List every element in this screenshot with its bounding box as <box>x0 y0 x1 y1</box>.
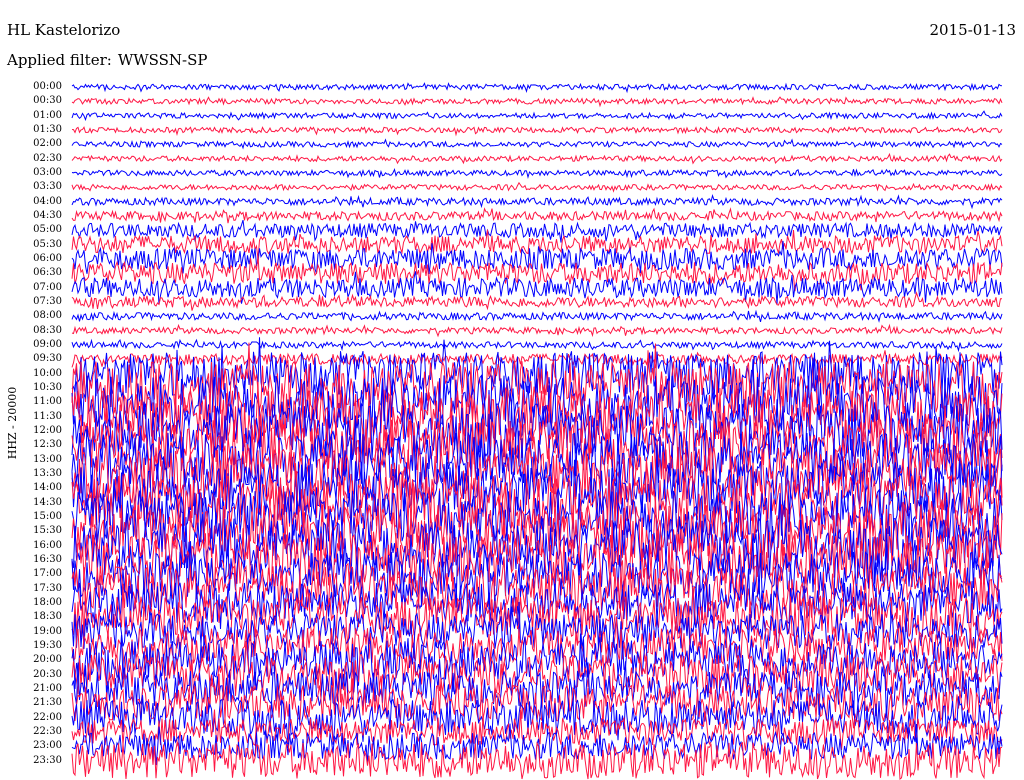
seismic-trace-row <box>71 291 1002 311</box>
seismic-trace-row <box>71 110 1003 122</box>
seismic-trace-row <box>71 125 1003 137</box>
seismic-trace-row <box>71 181 1003 193</box>
seismic-trace-row <box>71 323 1003 338</box>
seismic-trace-row <box>71 82 1003 94</box>
seismic-trace-row <box>71 167 1003 180</box>
trace-group <box>71 82 1003 780</box>
seismic-trace-row <box>71 152 1003 165</box>
seismic-trace-row <box>71 138 1003 150</box>
seismic-trace-row <box>71 207 1003 224</box>
helicorder-plot <box>71 82 1003 780</box>
seismic-trace-row <box>71 193 1003 210</box>
seismic-trace-row <box>71 309 1003 323</box>
seismic-trace-row <box>71 338 1003 353</box>
seismic-trace-row <box>71 96 1003 108</box>
seismic-trace-row <box>71 741 1003 780</box>
